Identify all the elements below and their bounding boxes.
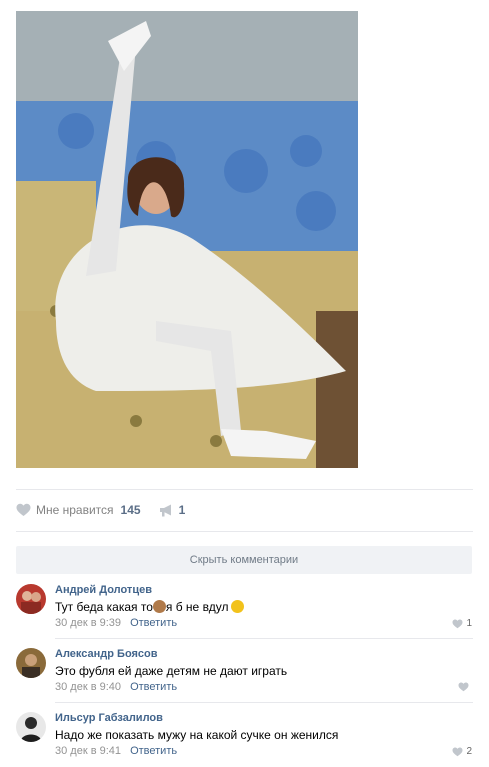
- post-photo-image: [16, 11, 358, 468]
- avatar[interactable]: [16, 648, 46, 678]
- comment-item: Ильсур Габзалилов Надо же показать мужу …: [16, 712, 472, 757]
- avatar[interactable]: [16, 712, 46, 742]
- post-separator-bottom: [16, 531, 473, 532]
- comment-item: Андрей Долотцев Тут беда какая то я б не …: [16, 584, 472, 629]
- comment-like-button[interactable]: [458, 682, 472, 692]
- like-count: 145: [120, 503, 141, 517]
- heart-icon: [452, 619, 463, 628]
- heart-icon: [458, 682, 469, 692]
- heart-icon: [16, 503, 31, 516]
- heart-icon: [452, 747, 463, 756]
- comment-author[interactable]: Ильсур Габзалилов: [55, 712, 472, 725]
- comment-like-button[interactable]: 2: [452, 746, 472, 757]
- comment-separator: [55, 638, 473, 639]
- like-button[interactable]: Мне нравится 145: [16, 503, 141, 517]
- reply-button[interactable]: Ответить: [130, 617, 177, 629]
- like-label: Мне нравится: [36, 503, 114, 517]
- post-separator-top: [16, 489, 473, 490]
- comment-date[interactable]: 30 дек в 9:41: [55, 745, 121, 757]
- comment-text: Надо же показать мужу на какой сучке он …: [55, 728, 339, 742]
- share-button[interactable]: 1: [159, 503, 186, 517]
- comment-meta: 30 дек в 9:40 Ответить: [55, 681, 472, 694]
- comment-date[interactable]: 30 дек в 9:39: [55, 617, 121, 629]
- share-count: 1: [178, 503, 186, 517]
- reply-button[interactable]: Ответить: [130, 745, 177, 757]
- comment-meta: 30 дек в 9:41 Ответить: [55, 745, 472, 758]
- comment-author[interactable]: Александр Боясов: [55, 648, 472, 661]
- comment-text: Тут беда какая то я б не вдул: [55, 600, 472, 615]
- comment-meta: 30 дек в 9:39 Ответить: [55, 617, 472, 630]
- comment-item: Александр Боясов Это фубля ей даже детям…: [16, 648, 472, 693]
- avatar[interactable]: [16, 584, 46, 614]
- hide-comments-button[interactable]: Скрыть комментарии: [16, 546, 472, 574]
- reply-button[interactable]: Ответить: [130, 681, 177, 693]
- avatar-image: [16, 584, 46, 614]
- comment-like-button[interactable]: 1: [452, 618, 472, 629]
- comment-separator: [55, 702, 473, 703]
- comment-text-part: Тут беда какая то: [55, 600, 153, 614]
- comment-date[interactable]: 30 дек в 9:40: [55, 681, 121, 693]
- comment-like-count: 2: [466, 746, 472, 757]
- comment-author[interactable]: Андрей Долотцев: [55, 584, 472, 597]
- post-actions: Мне нравится 145 1: [16, 500, 185, 520]
- see-no-evil-monkey-emoji: [152, 600, 166, 613]
- comment-like-count: 1: [466, 618, 472, 629]
- post-photo[interactable]: [16, 11, 358, 468]
- avatar-image: [16, 712, 46, 742]
- comment-text-part: я б не вдул: [165, 600, 229, 614]
- comment-text: Это фубля ей даже детям не дают играть: [55, 664, 288, 678]
- grinning-face-emoji: [230, 600, 244, 613]
- avatar-image: [16, 648, 46, 678]
- megaphone-icon: [159, 504, 171, 516]
